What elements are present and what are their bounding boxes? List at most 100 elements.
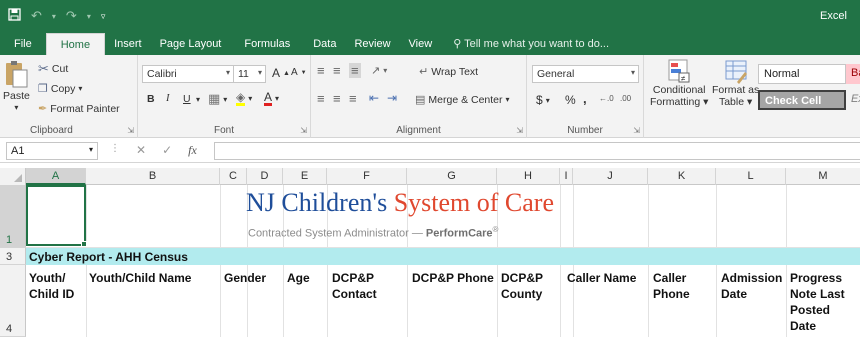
orientation-icon[interactable]: ↗ ▾: [371, 64, 387, 77]
underline-button[interactable]: U: [183, 93, 191, 105]
copy-button[interactable]: ❐ Copy ▾: [38, 82, 82, 96]
cut-button[interactable]: ✂ Cut: [38, 61, 68, 77]
cancel-icon[interactable]: ✕: [136, 143, 146, 158]
align-left-icon[interactable]: ≡: [317, 91, 325, 106]
header-gender[interactable]: Gender: [224, 270, 282, 286]
header-dcpp-phone[interactable]: DCP&P Phone: [412, 270, 496, 286]
number-format-select[interactable]: General ▾: [532, 65, 639, 83]
font-color-button[interactable]: A ▾: [264, 91, 279, 106]
tab-file[interactable]: File: [0, 33, 46, 55]
conditional-formatting-button[interactable]: ≠ Conditional Formatting ▾: [650, 58, 708, 108]
column-header-a[interactable]: A: [26, 168, 86, 185]
save-icon[interactable]: [8, 8, 21, 24]
select-all-button[interactable]: [0, 168, 26, 185]
increase-decimal-icon[interactable]: ←.0: [599, 94, 614, 103]
column-header-h[interactable]: H: [497, 168, 560, 185]
customize-qat-icon[interactable]: ▿: [101, 11, 106, 22]
number-launcher-icon[interactable]: ⇲: [633, 126, 640, 135]
font-launcher-icon[interactable]: ⇲: [300, 126, 307, 135]
percent-button[interactable]: %: [565, 93, 576, 107]
currency-button[interactable]: $ ▾: [536, 93, 550, 107]
number-label: Number: [567, 125, 603, 136]
name-box[interactable]: A1 ▾: [6, 142, 98, 160]
font-size-select[interactable]: 11 ▾: [233, 65, 266, 83]
header-caller-phone[interactable]: Caller Phone: [653, 270, 713, 302]
style-normal[interactable]: Normal: [758, 64, 846, 84]
tab-formulas[interactable]: Formulas: [230, 33, 299, 55]
column-header-k[interactable]: K: [648, 168, 716, 185]
merge-center-button[interactable]: ▤ Merge & Center ▾: [415, 93, 510, 107]
style-explanatory[interactable]: Ex: [846, 90, 860, 110]
column-header-c[interactable]: C: [220, 168, 247, 185]
increase-indent-icon[interactable]: ⇥: [387, 91, 397, 105]
font-name-select[interactable]: Calibri ▾: [142, 65, 234, 83]
tab-review[interactable]: Review: [345, 33, 399, 55]
header-admission-date[interactable]: Admission Date: [721, 270, 785, 302]
column-header-d[interactable]: D: [247, 168, 283, 185]
row-header-1[interactable]: 1: [0, 185, 26, 248]
wrap-text-icon: ↵: [419, 66, 429, 78]
insert-function-icon[interactable]: fx: [188, 143, 197, 158]
decrease-indent-icon[interactable]: ⇤: [369, 91, 379, 105]
align-bottom-icon[interactable]: ≡: [349, 63, 361, 78]
report-title[interactable]: Cyber Report - AHH Census: [29, 250, 188, 264]
tab-view[interactable]: View: [400, 33, 442, 55]
alignment-label: Alignment: [396, 125, 441, 136]
underline-dropdown-icon[interactable]: ▾: [196, 95, 200, 104]
active-cell-a1[interactable]: [26, 185, 86, 246]
tab-data[interactable]: Data: [299, 33, 345, 55]
paste-button[interactable]: Paste ▾: [3, 59, 30, 112]
redo-dropdown-icon[interactable]: ▾: [87, 12, 91, 21]
column-header-i[interactable]: I: [560, 168, 573, 185]
column-header-l[interactable]: L: [716, 168, 786, 185]
decrease-decimal-icon[interactable]: .00: [620, 94, 631, 103]
tell-me-box[interactable]: ⚲ Tell me what you want to do...: [441, 33, 618, 55]
wrap-text-button[interactable]: ↵ Wrap Text: [419, 65, 478, 79]
borders-button[interactable]: ▦ ▾: [208, 91, 227, 107]
title-bar: ↶ ▾ ↷ ▾ ▿ Excel: [0, 0, 860, 33]
header-youth-child-id[interactable]: Youth/ Child ID: [29, 270, 84, 302]
column-header-e[interactable]: E: [283, 168, 327, 185]
header-dcpp-county[interactable]: DCP&P County: [501, 270, 559, 302]
paste-dropdown-icon[interactable]: ▾: [14, 103, 18, 112]
format-as-table-button[interactable]: Format as Table ▾: [712, 58, 759, 108]
header-dcpp-contact[interactable]: DCP&P Contact: [332, 270, 404, 302]
align-right-icon[interactable]: ≡: [349, 91, 357, 106]
header-caller-name[interactable]: Caller Name: [567, 270, 647, 286]
undo-icon[interactable]: ↶: [31, 8, 42, 24]
align-center-icon[interactable]: ≡: [333, 91, 341, 106]
column-header-f[interactable]: F: [327, 168, 407, 185]
header-age[interactable]: Age: [287, 270, 325, 286]
formula-input[interactable]: [214, 142, 860, 160]
clipboard-launcher-icon[interactable]: ⇲: [127, 126, 134, 135]
row-header-3[interactable]: 3: [0, 248, 26, 265]
column-header-j[interactable]: J: [573, 168, 648, 185]
fill-handle[interactable]: [81, 241, 87, 247]
tab-home[interactable]: Home: [45, 33, 106, 55]
italic-button[interactable]: I: [166, 93, 170, 104]
comma-button[interactable]: ,: [583, 91, 587, 106]
grow-font-button[interactable]: A ▲: [272, 66, 290, 80]
alignment-launcher-icon[interactable]: ⇲: [516, 126, 523, 135]
tab-page-layout[interactable]: Page Layout: [151, 33, 231, 55]
redo-icon[interactable]: ↷: [66, 8, 77, 24]
style-check-cell[interactable]: Check Cell: [758, 90, 846, 110]
align-middle-icon[interactable]: ≡: [333, 63, 341, 78]
format-painter-button[interactable]: ✒ Format Painter: [38, 102, 120, 116]
row-header-4[interactable]: 4: [0, 265, 26, 337]
enter-icon[interactable]: ✓: [162, 143, 172, 158]
worksheet-grid[interactable]: NJ Children's System of Care Contracted …: [26, 185, 860, 337]
number-group: General ▾ $ ▾ % , ←.0 .00 Number ⇲: [527, 55, 644, 138]
bold-button[interactable]: B: [147, 93, 155, 105]
undo-dropdown-icon[interactable]: ▾: [52, 12, 56, 21]
fill-color-button[interactable]: ◈ ▾: [236, 91, 252, 106]
align-top-icon[interactable]: ≡: [317, 63, 325, 78]
column-header-b[interactable]: B: [86, 168, 220, 185]
shrink-font-button[interactable]: A ▼: [291, 67, 307, 78]
header-progress-note-date[interactable]: Progress Note Last Posted Date: [790, 270, 858, 334]
column-header-m[interactable]: M: [786, 168, 860, 185]
column-header-g[interactable]: G: [407, 168, 497, 185]
tab-insert[interactable]: Insert: [105, 33, 151, 55]
header-youth-child-name[interactable]: Youth/Child Name: [89, 270, 219, 286]
style-bad[interactable]: Ba: [846, 64, 860, 84]
